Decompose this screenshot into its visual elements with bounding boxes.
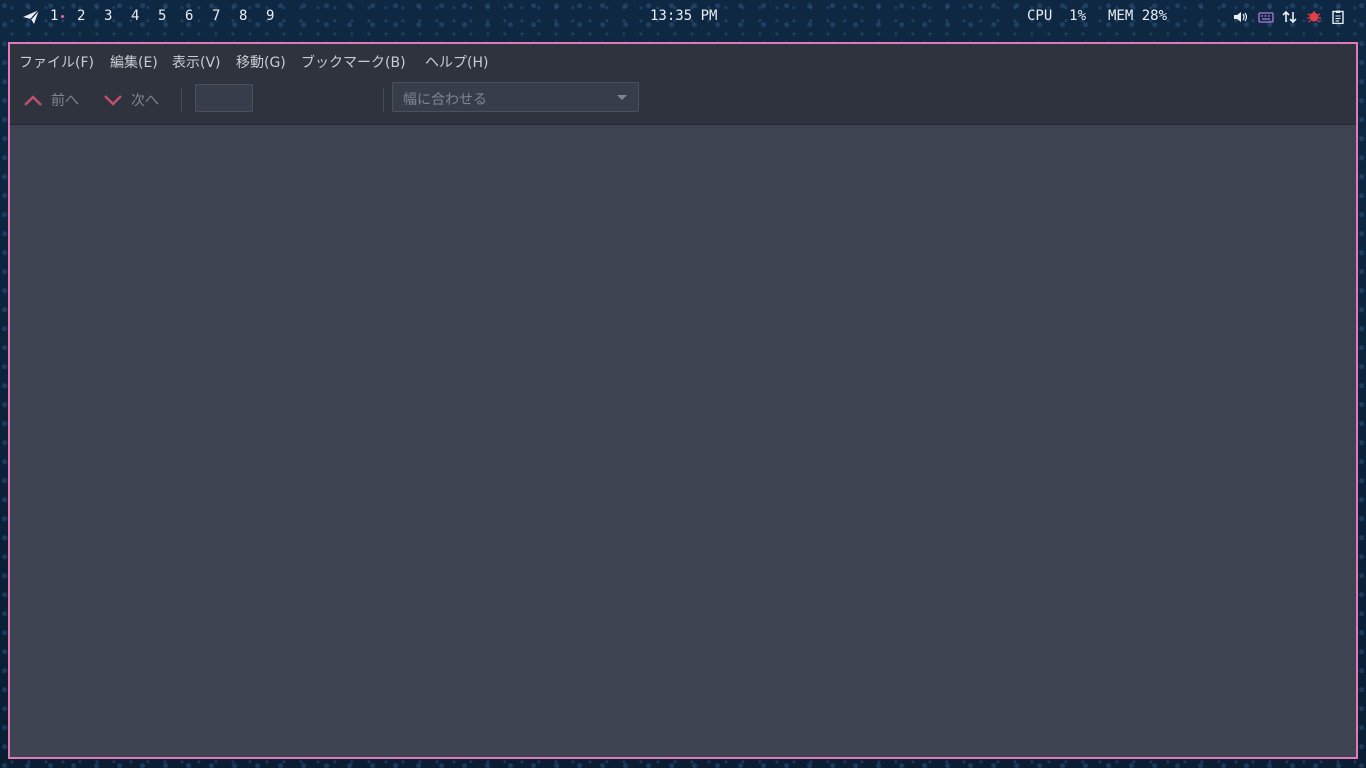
menu-go[interactable]: 移動(G) xyxy=(236,52,286,72)
document-view-area[interactable] xyxy=(10,125,1356,757)
previous-page-button[interactable]: 前へ xyxy=(23,89,79,111)
workspace-8[interactable]: 8 xyxy=(239,8,247,24)
chevron-up-icon xyxy=(24,95,42,106)
document-viewer-window: ファイル(F) 編集(E) 表示(V) 移動(G) ブックマーク(B) ヘルプ(… xyxy=(8,42,1358,759)
bug-icon[interactable] xyxy=(1306,10,1322,24)
menubar: ファイル(F) 編集(E) 表示(V) 移動(G) ブックマーク(B) ヘルプ(… xyxy=(10,44,1356,76)
zoom-select[interactable]: 幅に合わせる xyxy=(392,82,639,112)
toolbar: 前へ 次へ 幅に合わせる xyxy=(10,76,1356,125)
zoom-select-value: 幅に合わせる xyxy=(403,92,487,108)
menu-file[interactable]: ファイル(F) xyxy=(19,52,94,72)
workspace-6[interactable]: 6 xyxy=(185,8,193,24)
keyboard-icon[interactable] xyxy=(1258,10,1274,24)
workspace-2[interactable]: 2 xyxy=(77,8,85,24)
workspace-9[interactable]: 9 xyxy=(266,8,274,24)
previous-page-label: 前へ xyxy=(51,93,79,109)
top-panel: 1 2 3 4 5 6 7 8 9 13:35 PM CPU 1% MEM 28… xyxy=(0,0,1366,34)
dropdown-arrow-icon xyxy=(617,95,627,100)
next-page-button[interactable]: 次へ xyxy=(103,89,159,111)
workspace-5[interactable]: 5 xyxy=(158,8,166,24)
volume-icon[interactable] xyxy=(1233,10,1249,24)
network-arrows-icon[interactable] xyxy=(1282,10,1298,24)
menu-help[interactable]: ヘルプ(H) xyxy=(425,52,488,72)
chevron-down-icon xyxy=(104,95,122,106)
toolbar-separator xyxy=(383,88,384,112)
toolbar-separator xyxy=(181,88,182,112)
workspace-7[interactable]: 7 xyxy=(212,8,220,24)
active-workspace-indicator xyxy=(61,15,64,18)
next-page-label: 次へ xyxy=(131,93,159,109)
menu-edit[interactable]: 編集(E) xyxy=(110,52,158,72)
clock[interactable]: 13:35 PM xyxy=(650,8,717,24)
cpu-usage: CPU 1% xyxy=(1027,8,1087,24)
memory-usage: MEM 28% xyxy=(1108,8,1168,24)
workspace-1[interactable]: 1 xyxy=(50,8,58,24)
workspace-3[interactable]: 3 xyxy=(104,8,112,24)
workspace-4[interactable]: 4 xyxy=(131,8,139,24)
menu-bookmarks[interactable]: ブックマーク(B) xyxy=(301,52,406,72)
menu-view[interactable]: 表示(V) xyxy=(172,52,221,72)
paper-plane-icon[interactable] xyxy=(22,9,40,25)
page-number-input[interactable] xyxy=(195,84,253,112)
clipboard-icon[interactable] xyxy=(1330,10,1346,24)
